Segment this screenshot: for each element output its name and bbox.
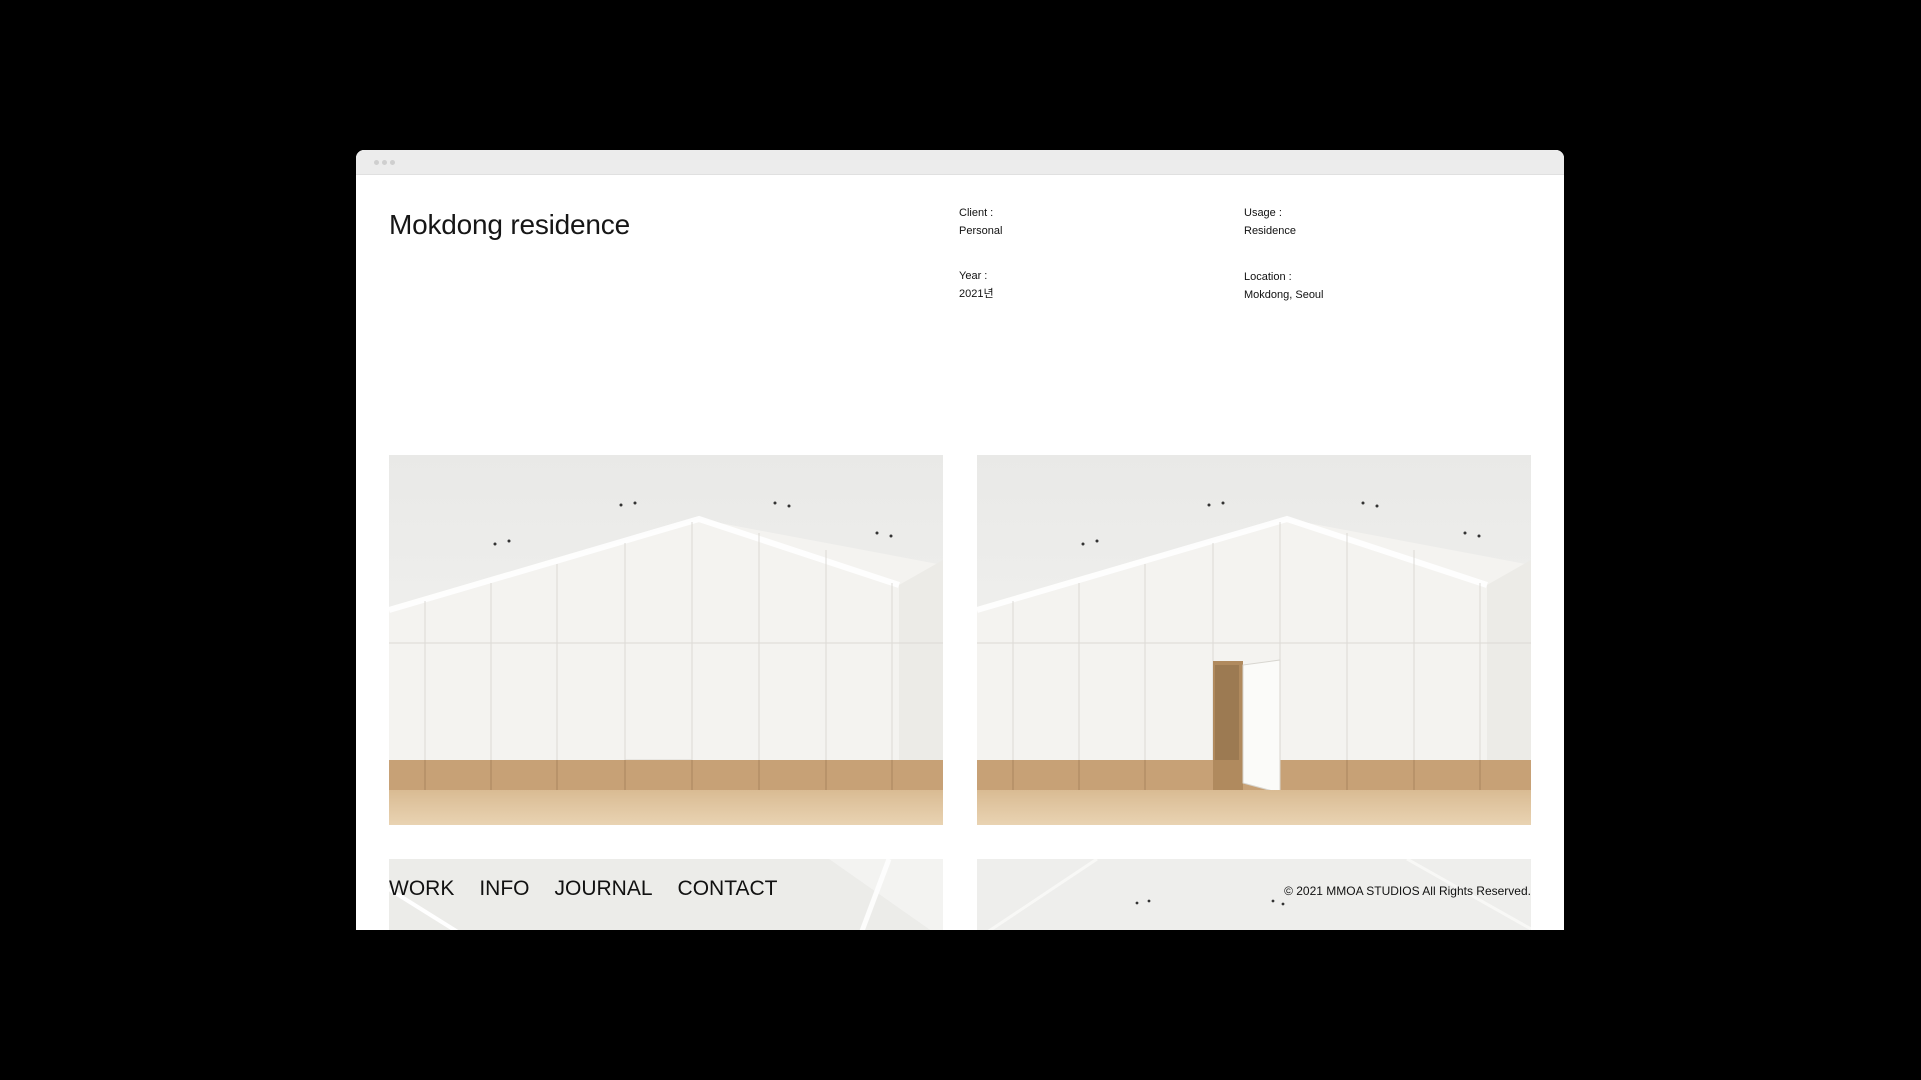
window-dot-icon[interactable] xyxy=(390,160,395,165)
meta-year-label: Year : xyxy=(959,270,988,282)
project-page: Mokdong residence Client : Personal Usag… xyxy=(356,174,1564,930)
window-dot-icon[interactable] xyxy=(374,160,379,165)
nav-info[interactable]: INFO xyxy=(479,877,529,901)
nav-work[interactable]: WORK xyxy=(389,877,454,901)
meta-usage-value: Residence xyxy=(1244,225,1296,237)
main-nav: WORK INFO JOURNAL CONTACT xyxy=(389,877,777,901)
nav-contact[interactable]: CONTACT xyxy=(678,877,778,901)
meta-client-label: Client : xyxy=(959,207,994,219)
meta-usage-label: Usage : xyxy=(1244,207,1282,219)
project-photo-wall-closed[interactable] xyxy=(389,455,943,825)
meta-location-label: Location : xyxy=(1244,271,1292,283)
meta-year-value: 2021년 xyxy=(959,288,994,300)
meta-client-value: Personal xyxy=(959,225,1003,237)
copyright-text: © 2021 MMOA STUDIOS All Rights Reserved. xyxy=(1284,884,1531,898)
meta-client: Client : Personal xyxy=(959,204,1002,240)
nav-journal[interactable]: JOURNAL xyxy=(555,877,653,901)
browser-titlebar xyxy=(356,150,1564,175)
page-title: Mokdong residence xyxy=(389,209,630,240)
browser-window: Mokdong residence Client : Personal Usag… xyxy=(356,150,1564,930)
meta-location-value: Mokdong, Seoul xyxy=(1244,289,1324,301)
meta-year: Year : 2021년 xyxy=(959,267,994,303)
project-photo-wall-open-door[interactable] xyxy=(977,455,1531,825)
meta-usage: Usage : Residence xyxy=(1244,204,1296,240)
window-dot-icon[interactable] xyxy=(382,160,387,165)
meta-location: Location : Mokdong, Seoul xyxy=(1244,268,1324,304)
